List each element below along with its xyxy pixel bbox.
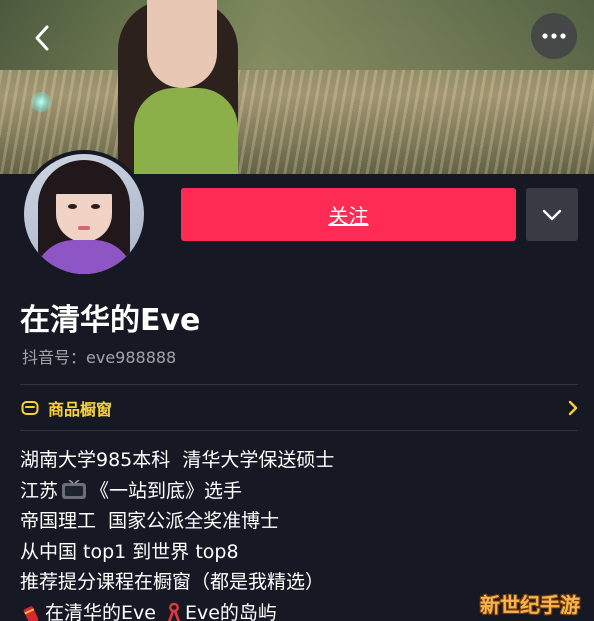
chevron-right-icon	[568, 400, 578, 416]
profile-name: 在清华的Eve	[20, 303, 201, 338]
douyin-id: 抖音号：eve988888	[22, 348, 177, 367]
bio-line-6-part-2: Eve的岛屿	[184, 601, 277, 621]
shop-window-icon	[20, 398, 40, 418]
divider-top	[20, 384, 578, 385]
cover-light-glow	[31, 92, 51, 112]
cover-person-face	[147, 0, 217, 88]
avatar-bangs	[52, 168, 116, 194]
firecracker-icon	[20, 602, 42, 621]
bio-line-5: 推荐提分课程在橱窗（都是我精选）	[20, 571, 325, 593]
avatar-eye-left	[68, 204, 77, 209]
shop-window-row[interactable]: 商品橱窗	[20, 386, 578, 430]
avatar-eye-right	[91, 204, 100, 209]
cover-photo	[0, 0, 594, 174]
more-button[interactable]	[531, 13, 577, 59]
divider-bottom	[20, 430, 578, 431]
tv-icon	[61, 479, 87, 502]
bio-line-1: 湖南大学985本科 清华大学保送硕士	[20, 449, 335, 471]
bio-line-3: 帝国理工 国家公派全奖准博士	[20, 510, 280, 532]
back-button[interactable]	[24, 20, 60, 56]
bio-line: 帝国理工 国家公派全奖准博士	[20, 506, 580, 537]
cover-trees	[0, 0, 594, 70]
chevron-left-icon	[35, 25, 49, 51]
bio-line-2-prefix: 江苏	[20, 479, 59, 502]
chevron-down-icon	[542, 209, 562, 220]
avatar[interactable]	[20, 150, 148, 278]
avatar-photo	[24, 154, 144, 274]
bio-line: 湖南大学985本科 清华大学保送硕士	[20, 445, 580, 476]
more-horizontal-icon	[542, 33, 566, 39]
recommend-dropdown-button[interactable]	[526, 188, 578, 241]
bio-line: 从中国 top1 到世界 top8	[20, 537, 580, 568]
follow-button[interactable]: 关注	[181, 188, 516, 241]
ribbon-icon	[166, 602, 182, 621]
bio-line-2-suffix: 《一站到底》选手	[90, 479, 243, 502]
bio-line-6-part-1: 在清华的Eve	[45, 601, 156, 621]
watermark: 新世纪手游	[480, 593, 580, 617]
shop-window-label: 商品橱窗	[48, 400, 113, 419]
bio-line: 江苏 《一站到底》选手	[20, 476, 580, 507]
avatar-lip	[78, 226, 90, 230]
cover-person-body	[134, 88, 238, 174]
bio-line-4: 从中国 top1 到世界 top8	[20, 540, 239, 563]
